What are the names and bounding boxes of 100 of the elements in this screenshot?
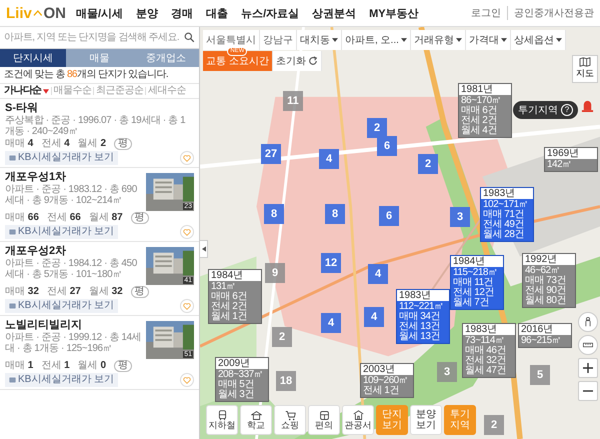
nav-link[interactable]: 뉴스/자료실 xyxy=(241,6,300,20)
nav-link[interactable]: 대출 xyxy=(206,6,228,20)
cluster-marker[interactable]: 8 xyxy=(325,204,345,224)
cluster-marker[interactable]: 3 xyxy=(450,207,470,227)
cluster-marker[interactable]: 12 xyxy=(321,253,341,273)
map-tool-button[interactable]: 분양 보기 xyxy=(410,405,442,435)
kb-price-button[interactable]: KB시세실거래가 보기 xyxy=(5,299,118,313)
logo[interactable]: Liiv ON xyxy=(6,4,66,22)
kb-price-button[interactable]: KB시세실거래가 보기 xyxy=(5,373,118,387)
filter-button[interactable]: 아파트, 오... xyxy=(342,30,411,50)
search-field[interactable]: 아파트, 지역 또는 단지명을 검색해 주세요. xyxy=(4,32,182,43)
cluster-marker[interactable]: 4 xyxy=(364,307,384,327)
nav-link[interactable]: 경매 xyxy=(171,6,194,20)
heart-icon xyxy=(183,302,191,310)
nav-link[interactable]: 분양 xyxy=(136,6,158,20)
marker-line: 월세 4건 xyxy=(461,126,498,136)
marker-line: 월세 7건 xyxy=(453,298,490,308)
complex-marker[interactable]: 1992년 46~62㎡ 매매 73건 전세 90건 월세 80건 xyxy=(522,253,576,308)
map-type-button[interactable]: 지도 xyxy=(572,55,598,83)
caret-icon xyxy=(400,38,407,42)
header-link[interactable]: 로그인 xyxy=(471,6,501,20)
nav-link[interactable]: 상권분석 xyxy=(312,6,356,20)
cluster-marker[interactable]: 8 xyxy=(264,204,284,224)
filter-button[interactable]: 초기화 xyxy=(272,51,322,71)
marker-year: 1983년 xyxy=(463,324,515,335)
nav-link[interactable]: MY부동산 xyxy=(369,6,419,20)
marker-line: 전세 49건 xyxy=(483,220,525,230)
marker-line: 매매 71건 xyxy=(483,210,525,220)
map-tool-button[interactable]: 쇼핑 xyxy=(274,405,306,435)
cluster-marker[interactable]: 27 xyxy=(261,144,281,164)
kb-price-button[interactable]: KB시세실거래가 보기 xyxy=(5,151,118,165)
complex-marker[interactable]: 1983년 102~171㎡ 매매 71건 전세 49건 월세 28건 xyxy=(480,187,534,242)
help-badge[interactable]: ? xyxy=(561,104,573,116)
listing-count: 매매 32 xyxy=(5,286,39,298)
cluster-marker[interactable]: 4 xyxy=(368,264,388,284)
heart-icon xyxy=(183,154,191,162)
complex-marker[interactable]: 1981년 86~170㎡ 매매 6건 전세 2건 월세 4건 xyxy=(458,83,512,138)
map-tool-button[interactable]: 학교 xyxy=(240,405,272,435)
tab[interactable]: 단지시세 xyxy=(0,49,66,67)
unit-toggle[interactable]: 평 xyxy=(130,286,149,298)
marker-line: 전세 2건 xyxy=(211,302,248,312)
sort-option[interactable]: 가나다순 xyxy=(4,85,49,97)
header-link[interactable]: 공인중개사전용관 xyxy=(507,6,594,20)
unit-toggle[interactable]: 평 xyxy=(114,138,132,150)
marker-year: 2009년 xyxy=(216,358,268,369)
listing-count: 월세 2 xyxy=(78,138,106,150)
complex-marker[interactable]: 1983년 112~221㎡ 매매 34건 전세 13건 월세 13건 xyxy=(396,289,450,344)
filter-button[interactable]: 거래유형 xyxy=(410,30,466,50)
complex-marker[interactable]: 1984년 131㎡ 매매 6건 전세 2건 월세 1건 xyxy=(208,269,262,324)
complex-info: 주상복합 · 준공 · 1996.07 · 총 19세대 · 총 1개동 · 240~249㎡ xyxy=(5,115,186,137)
complex-name[interactable]: 노빌리티빌리지 xyxy=(5,319,142,332)
nav-link[interactable]: 매물/시세 xyxy=(76,6,124,20)
map-tool-button[interactable]: 관공서 xyxy=(342,405,374,435)
complex-name[interactable]: 개포우성2차 xyxy=(5,245,142,258)
marker-year: 1981년 xyxy=(459,84,511,95)
unit-toggle[interactable]: 평 xyxy=(130,212,149,224)
marker-line: 208~337㎡ xyxy=(218,370,264,380)
map-tool-button[interactable]: 편의 xyxy=(308,405,340,435)
marker-line: 전세 90건 xyxy=(525,286,567,296)
filter-button[interactable]: 대치동 xyxy=(297,30,342,50)
complex-marker[interactable]: 2016년 96~215㎡ xyxy=(518,323,572,348)
zoom-out-button[interactable] xyxy=(578,381,598,401)
complex-marker[interactable]: 1984년 115~218㎡ 매매 11건 전세 12건 월세 7건 xyxy=(450,255,504,310)
marker-line: 월세 47건 xyxy=(465,366,507,376)
map-tool-button[interactable]: 지하철 xyxy=(206,405,238,435)
cluster-marker[interactable]: 4 xyxy=(319,149,339,169)
plus-icon xyxy=(583,363,593,373)
cluster-marker[interactable]: 2 xyxy=(367,118,387,138)
cluster-marker[interactable]: 4 xyxy=(321,313,341,333)
zone-badge[interactable]: 투기지역 ? xyxy=(513,101,578,119)
complex-name[interactable]: 개포우성1차 xyxy=(5,171,142,184)
cluster-marker[interactable]: 6 xyxy=(379,206,399,226)
marker-year: 1983년 xyxy=(397,290,449,301)
search-icon[interactable] xyxy=(184,32,195,43)
complex-marker[interactable]: 2003년 109~260㎡ 전세 1건 xyxy=(360,363,414,398)
cluster-marker[interactable]: 2 xyxy=(418,154,438,174)
complex-name[interactable]: S-타워 xyxy=(5,102,194,115)
unit-toggle[interactable]: 평 xyxy=(114,360,132,372)
marker-year: 2003년 xyxy=(361,364,413,375)
marker-line: 전세 1건 xyxy=(363,386,400,396)
collapse-button[interactable] xyxy=(200,240,208,258)
filter-button[interactable]: 강남구 xyxy=(260,30,297,50)
complex-marker[interactable]: 1983년 73~114㎡ 매매 46건 전세 32건 월세 47건 xyxy=(462,323,516,378)
caret-icon xyxy=(332,38,338,42)
complex-marker[interactable]: 1969년 142㎡ xyxy=(544,147,598,172)
filter-button[interactable]: 상세옵션 xyxy=(510,30,566,50)
siren-icon[interactable] xyxy=(581,99,594,112)
kb-price-button[interactable]: KB시세실거래가 보기 xyxy=(5,225,118,239)
cart-icon xyxy=(284,410,296,420)
marker-line: 매매 5건 xyxy=(218,380,255,390)
marker-line: 전세 32건 xyxy=(465,356,507,366)
filter-button[interactable]: 가격대 xyxy=(466,30,511,50)
marker-line: 86~170㎡ xyxy=(461,96,502,106)
cluster-marker[interactable]: 6 xyxy=(377,136,397,156)
zoom-in-button[interactable] xyxy=(578,358,598,378)
marker-line: 월세 80건 xyxy=(525,296,567,306)
complex-marker[interactable]: 2009년 208~337㎡ 매매 5건 월세 3건 xyxy=(215,357,269,402)
marker-line: 46~62㎡ xyxy=(525,266,560,276)
marker-line: 109~260㎡ xyxy=(363,376,410,386)
triangle-icon xyxy=(202,246,206,252)
